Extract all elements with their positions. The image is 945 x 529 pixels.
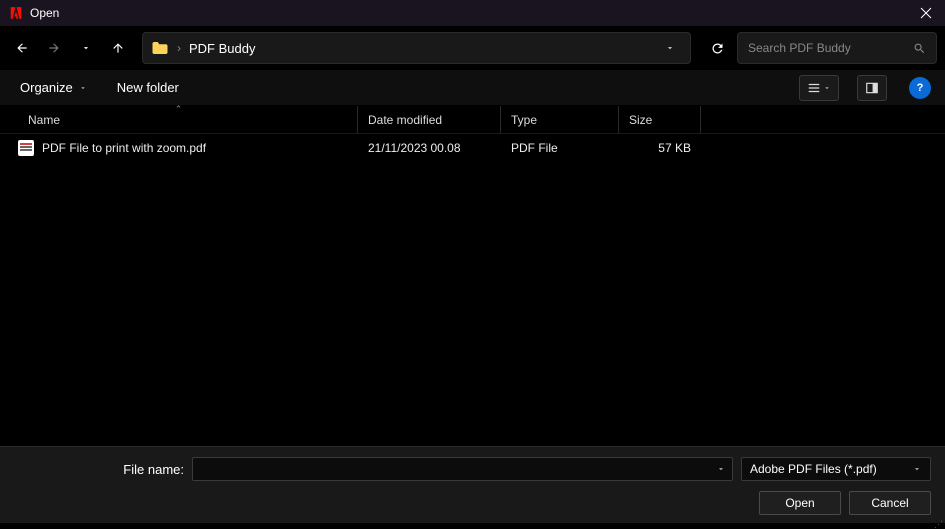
column-header-type[interactable]: Type bbox=[501, 106, 619, 133]
title-bar: Open bbox=[0, 0, 945, 26]
sort-indicator-icon: ⌃ bbox=[175, 104, 183, 115]
address-bar[interactable]: › PDF Buddy bbox=[142, 32, 691, 64]
arrow-right-icon bbox=[47, 41, 61, 55]
close-icon bbox=[920, 7, 932, 19]
preview-pane-icon bbox=[865, 81, 879, 95]
recent-locations-button[interactable] bbox=[72, 34, 100, 62]
chevron-down-icon bbox=[79, 84, 87, 92]
adobe-app-icon bbox=[8, 5, 24, 21]
column-header-date[interactable]: Date modified bbox=[358, 106, 501, 133]
refresh-button[interactable] bbox=[701, 32, 733, 64]
breadcrumb[interactable]: PDF Buddy bbox=[189, 41, 255, 56]
arrow-left-icon bbox=[15, 41, 29, 55]
search-icon bbox=[913, 42, 926, 55]
chevron-down-icon bbox=[81, 43, 91, 53]
file-list[interactable]: PDF File to print with zoom.pdf 21/11/20… bbox=[0, 134, 945, 446]
folder-icon bbox=[151, 40, 169, 56]
cancel-button[interactable]: Cancel bbox=[849, 491, 931, 515]
search-box[interactable] bbox=[737, 32, 937, 64]
back-button[interactable] bbox=[8, 34, 36, 62]
column-header-size[interactable]: Size bbox=[619, 106, 701, 133]
help-button[interactable]: ? bbox=[909, 77, 931, 99]
resize-grip[interactable]: ⋰ bbox=[934, 521, 943, 527]
file-date-cell: 21/11/2023 00.08 bbox=[358, 141, 501, 155]
search-input[interactable] bbox=[748, 41, 905, 55]
organize-button[interactable]: Organize bbox=[14, 76, 93, 99]
new-folder-button[interactable]: New folder bbox=[111, 76, 185, 99]
filename-input[interactable] bbox=[199, 462, 716, 476]
file-name-cell: PDF File to print with zoom.pdf bbox=[0, 140, 358, 156]
chevron-down-icon bbox=[716, 464, 726, 474]
arrow-up-icon bbox=[111, 41, 125, 55]
pdf-file-icon bbox=[18, 140, 34, 156]
filename-combobox[interactable] bbox=[192, 457, 733, 481]
dialog-buttons: Open Cancel bbox=[14, 491, 931, 515]
column-headers: Name ⌃ Date modified Type Size bbox=[0, 106, 945, 134]
chevron-down-icon bbox=[665, 43, 675, 53]
file-row[interactable]: PDF File to print with zoom.pdf 21/11/20… bbox=[0, 134, 945, 162]
address-dropdown-button[interactable] bbox=[658, 36, 682, 60]
chevron-down-icon bbox=[912, 464, 922, 474]
filename-row: File name: Adobe PDF Files (*.pdf) bbox=[14, 457, 931, 481]
file-type-filter[interactable]: Adobe PDF Files (*.pdf) bbox=[741, 457, 931, 481]
forward-button[interactable] bbox=[40, 34, 68, 62]
file-type-cell: PDF File bbox=[501, 141, 619, 155]
preview-pane-button[interactable] bbox=[857, 75, 887, 101]
refresh-icon bbox=[710, 41, 725, 56]
chevron-down-icon bbox=[823, 84, 831, 92]
column-header-name[interactable]: Name ⌃ bbox=[0, 106, 358, 133]
breadcrumb-separator-icon: › bbox=[177, 41, 181, 55]
close-button[interactable] bbox=[911, 0, 941, 26]
up-button[interactable] bbox=[104, 34, 132, 62]
dialog-footer: File name: Adobe PDF Files (*.pdf) Open … bbox=[0, 446, 945, 523]
toolbar: Organize New folder ? bbox=[0, 70, 945, 106]
window-title: Open bbox=[30, 6, 59, 20]
file-size-cell: 57 KB bbox=[619, 141, 701, 155]
nav-bar: › PDF Buddy bbox=[0, 26, 945, 70]
filename-label: File name: bbox=[14, 462, 184, 477]
list-view-icon bbox=[807, 81, 821, 95]
open-button[interactable]: Open bbox=[759, 491, 841, 515]
filename-dropdown-button[interactable] bbox=[716, 464, 726, 474]
help-icon: ? bbox=[917, 82, 924, 94]
view-mode-button[interactable] bbox=[799, 75, 839, 101]
